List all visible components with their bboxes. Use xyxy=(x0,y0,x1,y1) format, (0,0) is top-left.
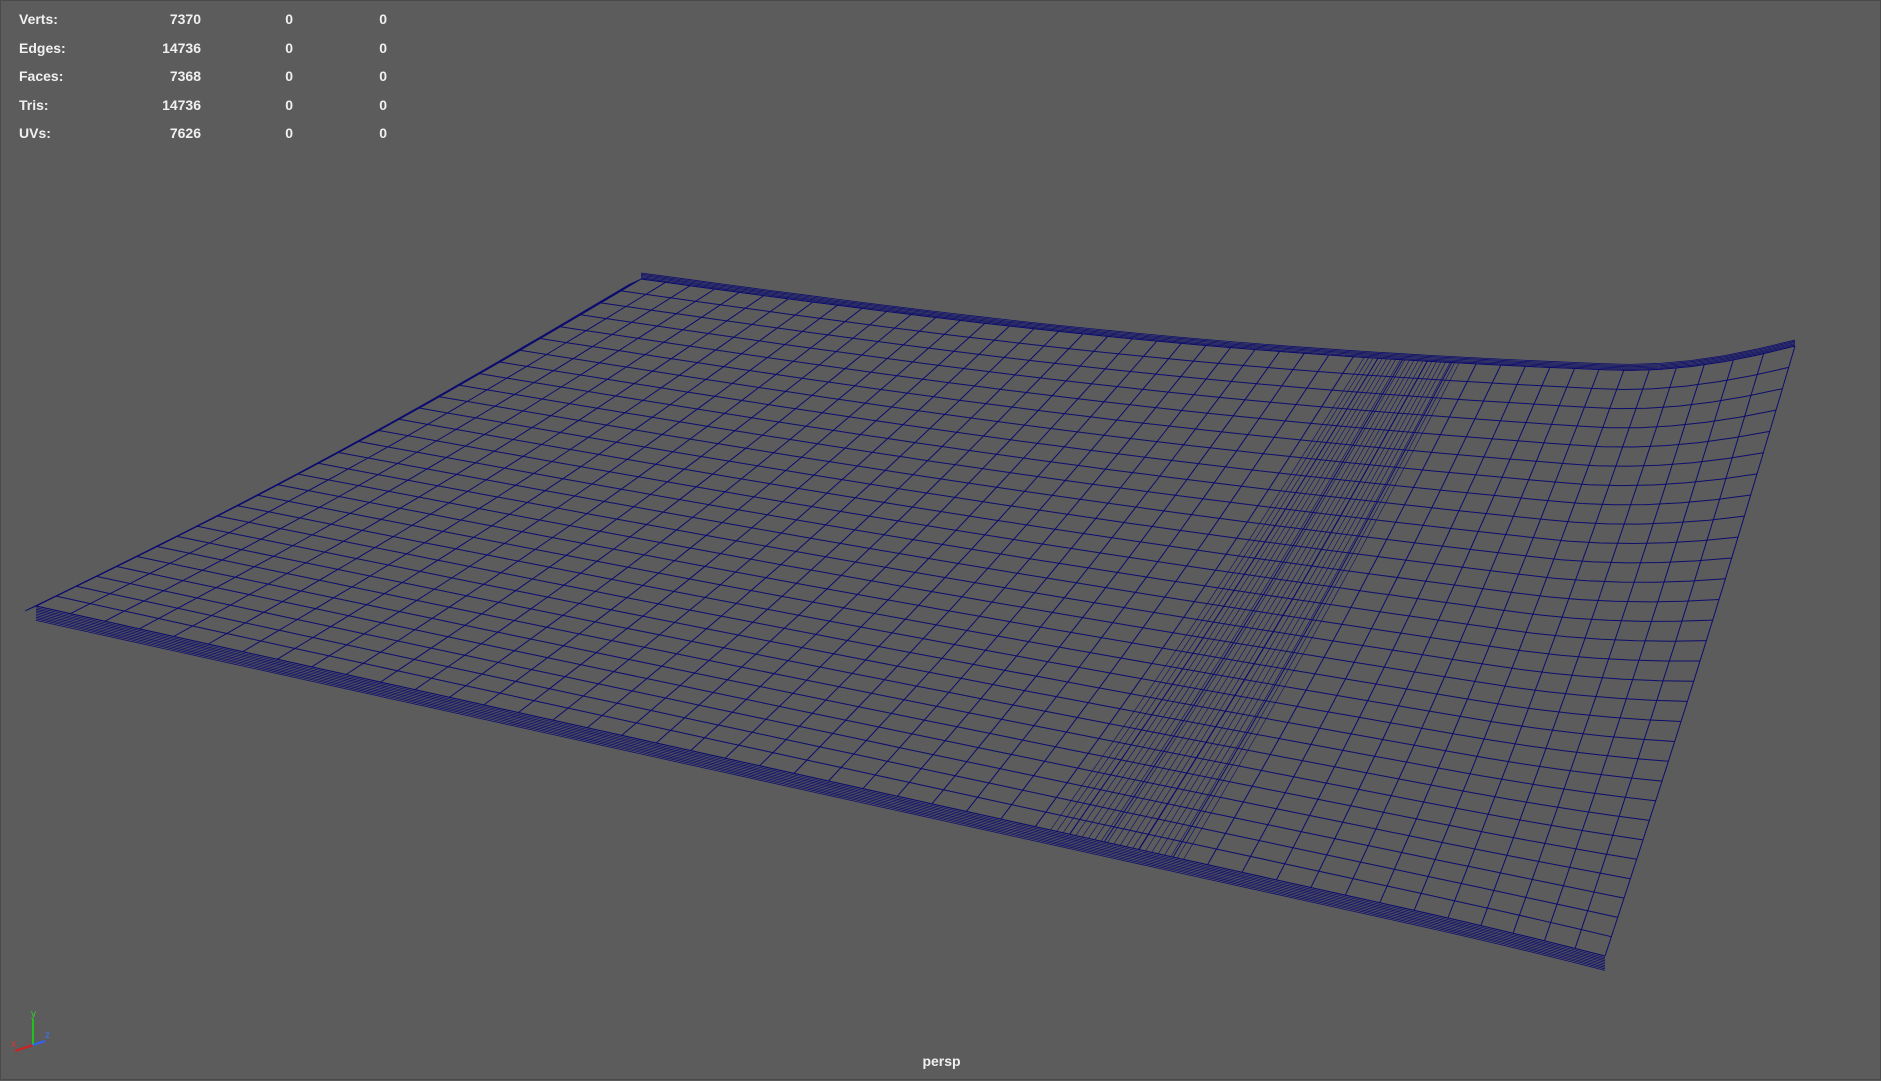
mesh-edge xyxy=(1379,369,1600,903)
mesh-edge xyxy=(759,340,1158,767)
mesh-edge xyxy=(311,304,838,668)
axis-y-label: y xyxy=(31,1009,36,1020)
mesh-edge xyxy=(640,277,1796,370)
mesh-edge xyxy=(640,273,1796,367)
mesh-edge xyxy=(499,361,1751,506)
axis-z-label: z xyxy=(45,1030,50,1041)
wireframe-mesh[interactable] xyxy=(1,1,1881,1081)
mesh-edge xyxy=(70,281,666,615)
mesh-edge xyxy=(1034,356,1354,827)
mesh-edge xyxy=(1050,357,1365,831)
mesh-edge xyxy=(35,278,642,607)
mesh-edge xyxy=(29,281,635,610)
mesh-edge xyxy=(35,620,1606,971)
mesh-edge xyxy=(96,575,1625,899)
mesh-edge xyxy=(640,278,1796,371)
mesh-edge xyxy=(31,280,637,609)
axis-x-label: x xyxy=(11,1039,16,1050)
mesh-edge xyxy=(33,279,640,608)
mesh-edge xyxy=(1413,370,1625,911)
mesh-edge xyxy=(640,275,1796,368)
mesh-edge xyxy=(35,278,642,607)
mesh-edge xyxy=(1275,366,1526,881)
mesh-edge xyxy=(1310,367,1551,888)
mesh-edge xyxy=(640,272,1796,365)
mesh-edge xyxy=(318,462,1694,682)
mesh-edge xyxy=(580,314,1777,429)
mesh-edge xyxy=(1604,345,1796,957)
mesh-edge xyxy=(540,338,1764,467)
mesh-edge xyxy=(640,278,1796,371)
mesh-edge xyxy=(277,484,1682,722)
mesh-edge xyxy=(862,347,1231,789)
perspective-viewport[interactable]: Verts: 7370 0 0 Edges: 14736 0 0 Faces: … xyxy=(0,0,1881,1080)
mesh-edge xyxy=(1056,357,1369,832)
mesh-edge xyxy=(552,325,1010,721)
mesh-wire-lines xyxy=(24,272,1796,971)
mesh-edge xyxy=(197,525,1656,802)
mesh-edge xyxy=(1574,353,1765,949)
mesh-edge xyxy=(380,311,888,683)
mesh-edge xyxy=(104,285,691,622)
mesh-edge xyxy=(208,295,765,645)
mesh-edge xyxy=(1207,363,1477,865)
axis-gizmo-icon: x y z xyxy=(11,1009,50,1052)
mesh-edge xyxy=(655,333,1084,744)
mesh-edge xyxy=(828,345,1207,782)
mesh-edge xyxy=(586,328,1035,729)
mesh-edge xyxy=(27,282,633,611)
mesh-edge xyxy=(560,326,1770,448)
mesh-edge xyxy=(24,283,631,612)
mesh-edge xyxy=(600,302,1783,410)
mesh-edge xyxy=(56,595,1612,938)
mesh-edge xyxy=(518,322,986,713)
mesh-edge xyxy=(76,585,1618,918)
camera-name-label: persp xyxy=(922,1053,961,1069)
